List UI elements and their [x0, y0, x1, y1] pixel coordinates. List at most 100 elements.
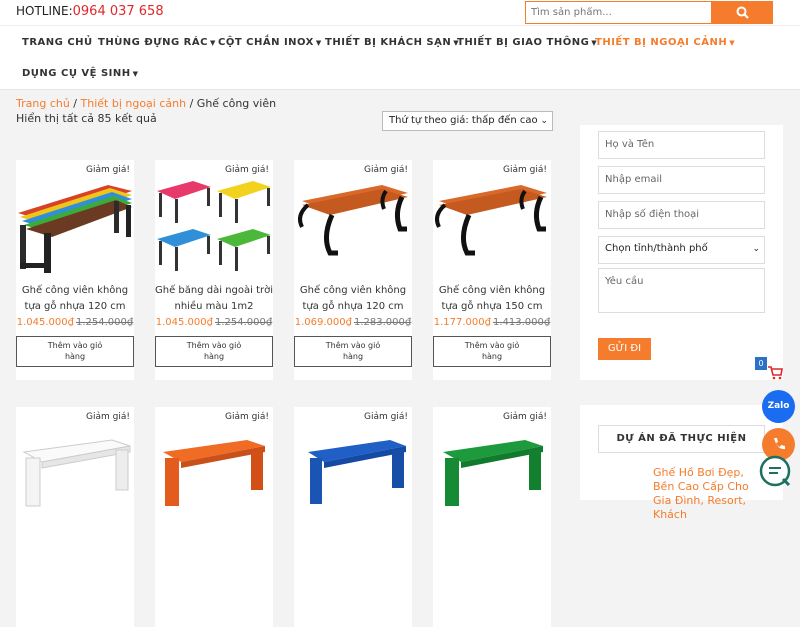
sort-select[interactable]: Thứ tự theo giá: thấp đến cao ⌄: [382, 111, 553, 131]
chat-button[interactable]: [759, 455, 791, 487]
breadcrumb-category[interactable]: Thiết bị ngoại cảnh: [81, 97, 187, 110]
product-image[interactable]: [433, 175, 551, 275]
nav-item-trash-bins[interactable]: THÙNG ĐỰNG RÁC ▼: [98, 37, 216, 48]
nav-item-cleaning-tools[interactable]: DỤNG CỤ VỆ SINH ▼: [22, 68, 139, 79]
cart-icon: [768, 366, 783, 380]
floating-cart[interactable]: 0: [755, 357, 785, 385]
product-name[interactable]: Ghế băng dài ngoài trời nhiều màu 1m2: [155, 283, 273, 315]
nav-item-outdoor-equipment[interactable]: THIẾT BỊ NGOẠI CẢNH ▼: [595, 37, 735, 48]
product-image[interactable]: [294, 422, 412, 522]
product-image[interactable]: [155, 175, 273, 275]
add-to-cart-button[interactable]: Thêm vào giỏ hàng: [294, 336, 412, 367]
sale-badge: Giảm giá!: [225, 412, 269, 422]
product-name[interactable]: Ghế công viên không tựa gỗ nhựa 120 cm: [294, 283, 412, 315]
breadcrumb-home[interactable]: Trang chủ: [16, 97, 70, 110]
search-input[interactable]: [525, 1, 711, 24]
sale-badge: Giảm giá!: [503, 165, 547, 175]
sale-badge: Giảm giá!: [503, 412, 547, 422]
zalo-button[interactable]: Zalo: [762, 390, 795, 423]
search-icon: [736, 6, 749, 19]
projects-widget: DỰ ÁN ĐÃ THỰC HIỆN Ghế Hồ Bơi Đẹp, Bền C…: [580, 405, 783, 521]
product-price: 1.177.000₫ 1.413.000₫: [433, 317, 551, 328]
request-textarea[interactable]: Yêu cầu: [598, 268, 765, 313]
price-current: 1.045.000₫: [16, 317, 74, 328]
sort-selected: Thứ tự theo giá: thấp đến cao: [389, 115, 538, 126]
hotline: HOTLINE:0964 037 658: [16, 4, 164, 19]
chevron-down-icon: ▼: [729, 39, 736, 47]
add-to-cart-button[interactable]: Thêm vào giỏ hàng: [433, 336, 551, 367]
price-current: 1.069.000₫: [294, 317, 352, 328]
price-current: 1.045.000₫: [155, 317, 213, 328]
city-select[interactable]: Chọn tỉnh/thành phố ⌄: [598, 236, 765, 264]
product-price: 1.045.000₫ 1.254.000₫: [16, 317, 134, 328]
projects-title: DỰ ÁN ĐÃ THỰC HIỆN: [598, 425, 765, 453]
product-card[interactable]: Giảm giá!: [16, 407, 134, 627]
product-card[interactable]: Giảm giá! Ghế băng dài ngoài trời nhiều …: [155, 160, 273, 380]
product-card[interactable]: Giảm giá! Ghế công viên không tựa gỗ nhự…: [433, 160, 551, 380]
breadcrumb-separator: /: [186, 97, 197, 110]
nav-item-traffic-equipment[interactable]: THIẾT BỊ GIAO THÔNG ▼: [457, 37, 597, 48]
main-nav: TRANG CHỦ THÙNG ĐỰNG RÁC ▼ CỘT CHẮN INOX ▼…: [0, 25, 800, 90]
product-card[interactable]: Giảm giá!: [294, 407, 412, 627]
contact-form: Họ và Tên Nhập email Nhập số điện thoại …: [580, 125, 783, 380]
breadcrumb: Trang chủ / Thiết bị ngoại cảnh / Ghế cô…: [16, 97, 276, 110]
price-old: 1.254.000₫: [215, 317, 273, 328]
product-card[interactable]: Giảm giá! Ghế công viên không tựa gỗ nhự…: [294, 160, 412, 380]
nav-label: THÙNG ĐỰNG RÁC: [98, 37, 208, 48]
nav-label: TRANG CHỦ: [22, 37, 93, 48]
nav-label: CỘT CHẮN INOX: [218, 37, 314, 48]
add-to-cart-button[interactable]: Thêm vào giỏ hàng: [155, 336, 273, 367]
product-price: 1.069.000₫ 1.283.000₫: [294, 317, 412, 328]
nav-item-inox-posts[interactable]: CỘT CHẮN INOX ▼: [218, 37, 322, 48]
chevron-down-icon: ⌄: [752, 244, 760, 254]
product-card[interactable]: Giảm giá!: [433, 407, 551, 627]
product-card[interactable]: Giảm giá!: [155, 407, 273, 627]
search-form: [525, 1, 773, 24]
hotline-number[interactable]: 0964 037 658: [73, 4, 164, 19]
chevron-down-icon: ▼: [132, 70, 139, 78]
nav-label: THIẾT BỊ GIAO THÔNG: [457, 37, 590, 48]
city-selected: Chọn tỉnh/thành phố: [605, 243, 708, 254]
product-name[interactable]: Ghế công viên không tựa gỗ nhựa 150 cm: [433, 283, 551, 315]
product-image[interactable]: [155, 422, 273, 522]
cart-count-badge: 0: [755, 357, 767, 370]
price-old: 1.254.000₫: [76, 317, 134, 328]
phone-icon: [774, 438, 785, 450]
chat-icon: [759, 455, 791, 487]
email-field[interactable]: Nhập email: [598, 166, 765, 194]
sale-badge: Giảm giá!: [225, 165, 269, 175]
breadcrumb-separator: /: [69, 97, 81, 110]
phone-field[interactable]: Nhập số điện thoại: [598, 201, 765, 229]
product-name[interactable]: Ghế công viên không tựa gỗ nhựa 120 cm: [16, 283, 134, 315]
add-to-cart-button[interactable]: Thêm vào giỏ hàng: [16, 336, 134, 367]
submit-button[interactable]: GỬI ĐI: [598, 338, 651, 360]
nav-label: THIẾT BỊ KHÁCH SẠN: [325, 37, 452, 48]
top-bar: HOTLINE:0964 037 658: [0, 0, 800, 25]
name-field[interactable]: Họ và Tên: [598, 131, 765, 159]
price-old: 1.413.000₫: [493, 317, 551, 328]
project-link[interactable]: Ghế Hồ Bơi Đẹp, Bền Cao Cấp Cho Gia Đình…: [653, 466, 763, 522]
product-card[interactable]: Giảm giá! Ghế công viên không tựa gỗ nhự…: [16, 160, 134, 380]
product-price: 1.045.000₫ 1.254.000₫: [155, 317, 273, 328]
chevron-down-icon: ⌄: [540, 116, 548, 126]
price-current: 1.177.000₫: [433, 317, 491, 328]
sale-badge: Giảm giá!: [364, 412, 408, 422]
product-image[interactable]: [16, 175, 134, 275]
hotline-label: HOTLINE:: [16, 4, 73, 18]
nav-item-home[interactable]: TRANG CHỦ: [22, 37, 93, 48]
result-count: Hiển thị tất cả 85 kết quả: [16, 112, 157, 125]
price-old: 1.283.000₫: [354, 317, 412, 328]
sale-badge: Giảm giá!: [86, 412, 130, 422]
nav-label: DỤNG CỤ VỆ SINH: [22, 68, 131, 79]
search-button[interactable]: [711, 1, 773, 24]
breadcrumb-current: Ghế công viên: [196, 97, 277, 110]
sale-badge: Giảm giá!: [86, 165, 130, 175]
product-image[interactable]: [16, 422, 134, 522]
sale-badge: Giảm giá!: [364, 165, 408, 175]
nav-label: THIẾT BỊ NGOẠI CẢNH: [595, 37, 728, 48]
chevron-down-icon: ▼: [209, 39, 216, 47]
product-image[interactable]: [433, 422, 551, 522]
nav-item-hotel-equipment[interactable]: THIẾT BỊ KHÁCH SẠN ▼: [325, 37, 459, 48]
chevron-down-icon: ▼: [315, 39, 322, 47]
product-image[interactable]: [294, 175, 412, 275]
